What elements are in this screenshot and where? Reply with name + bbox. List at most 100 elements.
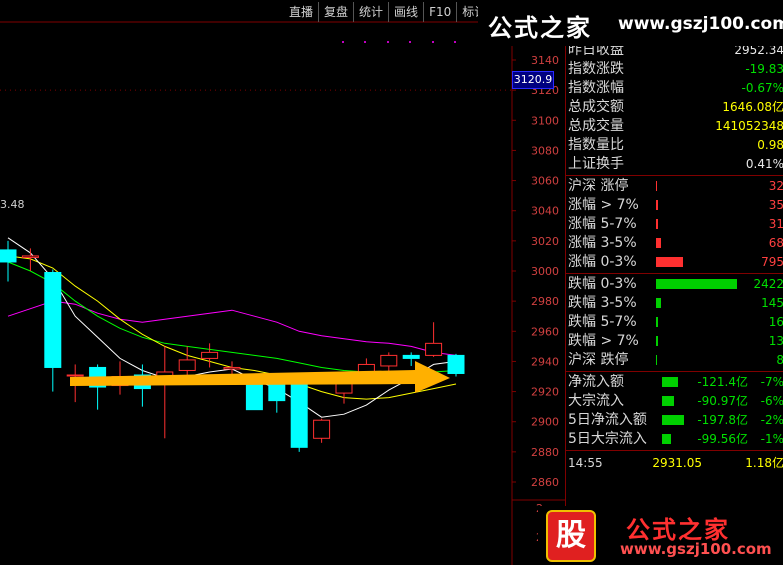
- row-label: 涨幅 3-5%: [568, 235, 637, 251]
- quote-panel: 最新指数今日开盘2944.40昨日收盘2952.34指数涨跌-19.83指数涨幅…: [565, 12, 783, 565]
- watermark-top-title: 公式之家: [488, 14, 592, 42]
- toolbar-button-2[interactable]: 统计: [354, 2, 390, 22]
- marker-dot: [409, 41, 411, 43]
- distribution-bar: [656, 200, 658, 210]
- distribution-bar: [656, 219, 658, 229]
- candle-up: [178, 359, 196, 371]
- row-label: 上证换手: [568, 156, 624, 172]
- panel-divider: [566, 273, 783, 274]
- row-value: 1646.08亿: [722, 100, 783, 114]
- distribution-bar: [656, 257, 683, 267]
- y-tick-label: 3000: [531, 265, 559, 278]
- row-value: 2422: [753, 277, 783, 291]
- current-price-tag: 3120.9: [512, 71, 554, 89]
- fall-row: 跌幅 5-7% 16: [568, 313, 783, 332]
- y-tick-label: 2880: [531, 446, 559, 459]
- candle-up: [313, 419, 331, 439]
- y-tick-label: 3100: [531, 114, 559, 127]
- marker-dot: [454, 41, 456, 43]
- y-tick-label: 2980: [531, 295, 559, 308]
- distribution-bar: [656, 181, 657, 191]
- fall-row: 跌幅 > 7% 13: [568, 332, 783, 351]
- distribution-bar: [656, 298, 661, 308]
- row-value: 13: [768, 334, 783, 348]
- tick-row: 14:55 2931.05 1.18亿: [568, 454, 783, 473]
- row-label: 涨幅 > 7%: [568, 197, 639, 213]
- row-value: 8: [776, 353, 783, 367]
- row-label: 沪深 跌停: [568, 352, 629, 368]
- flow-percent: -6%: [760, 394, 783, 408]
- toolbar-button-3[interactable]: 画线: [389, 2, 425, 22]
- row-value: 16: [768, 315, 783, 329]
- candle-up: [21, 255, 39, 258]
- row-label: 跌幅 5-7%: [568, 314, 637, 330]
- candle-down: [44, 272, 62, 368]
- row-value: 0.98: [757, 138, 783, 152]
- panel-divider: [566, 450, 783, 451]
- row-value: 68: [768, 236, 783, 250]
- row-label: 5日净流入额: [568, 412, 647, 428]
- row-label: 大宗流入: [568, 393, 624, 409]
- marker-dot: [387, 41, 389, 43]
- y-tick-label: 2860: [531, 476, 559, 489]
- candle-up: [425, 342, 443, 356]
- quote-row: 总成交额 1646.08亿: [568, 98, 783, 117]
- kline-chart[interactable]: 3140312031003080306030403020300029802960…: [0, 0, 565, 565]
- row-value: -0.67%: [741, 81, 783, 95]
- quote-row: 指数涨跌 -19.83: [568, 60, 783, 79]
- candle-down: [447, 354, 465, 374]
- row-value: 31: [768, 217, 783, 231]
- flow-row: 5日净流入额 -197.8亿 -2%: [568, 411, 783, 430]
- row-value: 35: [768, 198, 783, 212]
- distribution-bar: [656, 279, 737, 289]
- row-label: 跌幅 3-5%: [568, 295, 637, 311]
- row-label: 净流入额: [568, 374, 624, 390]
- row-label: 总成交额: [568, 99, 624, 115]
- row-value: 145: [761, 296, 783, 310]
- toolbar-button-0[interactable]: 直播: [284, 2, 320, 22]
- flow-bar: [662, 434, 671, 444]
- y-tick-label: 2960: [531, 325, 559, 338]
- quote-row: 指数量比 0.98: [568, 136, 783, 155]
- row-label: 跌幅 > 7%: [568, 333, 639, 349]
- flow-amount: -99.56亿: [697, 432, 748, 446]
- y-tick-label: 3140: [531, 54, 559, 67]
- flow-percent: -7%: [760, 375, 783, 389]
- flow-row: 5日大宗流入 -99.56亿 -1%: [568, 430, 783, 449]
- row-label: 沪深 涨停: [568, 178, 629, 194]
- rise-row: 涨幅 5-7% 31: [568, 215, 783, 234]
- chart-toolbar: 直播 复盘 统计 画线 F10 标记: [284, 2, 493, 22]
- candle-down: [268, 383, 286, 402]
- flow-bar: [662, 396, 674, 406]
- panel-divider: [566, 371, 783, 372]
- fall-row: 跌幅 0-3% 2422: [568, 275, 783, 294]
- watermark-bottom-url: www.gszj100.com: [620, 540, 772, 558]
- flow-percent: -1%: [760, 432, 783, 446]
- distribution-bar: [656, 317, 658, 327]
- y-tick-label: 3040: [531, 205, 559, 218]
- candle-down: [0, 249, 17, 263]
- quote-row: 指数涨幅 -0.67%: [568, 79, 783, 98]
- tick-amount: 1.18亿: [745, 456, 783, 470]
- ma20-line: [7, 300, 457, 356]
- row-label: 涨幅 5-7%: [568, 216, 637, 232]
- flow-bar: [662, 377, 678, 387]
- panel-divider: [566, 175, 783, 176]
- toolbar-button-4[interactable]: F10: [424, 2, 458, 22]
- row-label: 5日大宗流入: [568, 431, 647, 447]
- flow-amount: -197.8亿: [697, 413, 748, 427]
- candle-up: [66, 374, 84, 377]
- flow-row: 大宗流入 -90.97亿 -6%: [568, 392, 783, 411]
- row-label: 指数涨幅: [568, 80, 624, 96]
- rise-row: 涨幅 > 7% 35: [568, 196, 783, 215]
- row-value: 795: [761, 255, 783, 269]
- row-label: 指数量比: [568, 137, 624, 153]
- row-label: 跌幅 0-3%: [568, 276, 637, 292]
- row-value: -19.83: [745, 62, 783, 76]
- toolbar-button-1[interactable]: 复盘: [319, 2, 355, 22]
- y-tick-label: 2940: [531, 355, 559, 368]
- y-tick-label: 3080: [531, 144, 559, 157]
- fall-row: 跌幅 3-5% 145: [568, 294, 783, 313]
- candle-up: [201, 351, 219, 359]
- flow-percent: -2%: [760, 413, 783, 427]
